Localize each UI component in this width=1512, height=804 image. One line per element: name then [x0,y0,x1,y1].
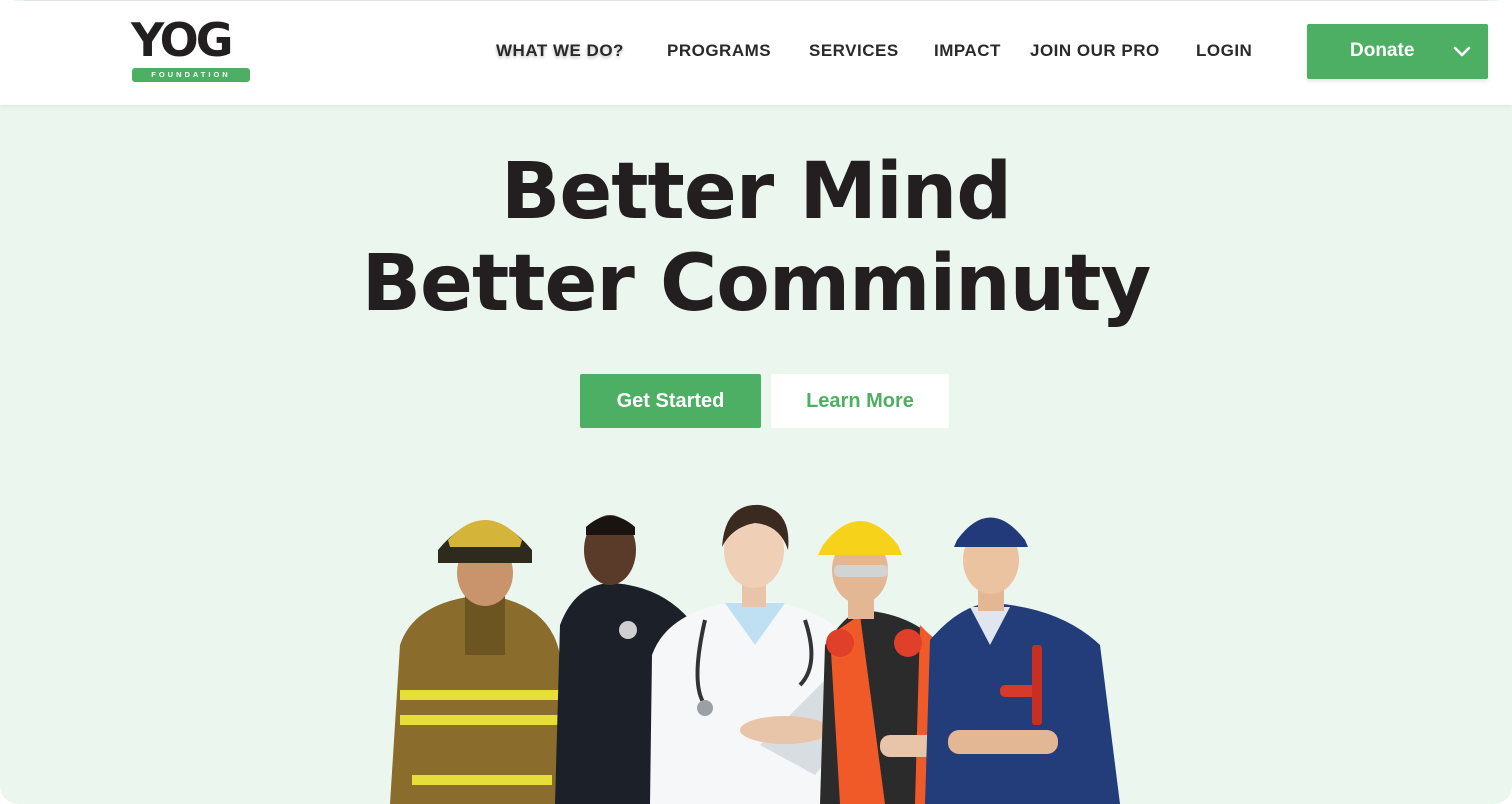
hero-title-line-2: Better Comminuty [361,239,1152,329]
site-logo[interactable]: YOG FOUNDATION [131,17,253,83]
hero-title-line-1: Better Mind [500,147,1012,237]
mechanic-figure [925,517,1120,804]
donate-label: Donate [1350,40,1415,61]
nav-item-programs[interactable]: PROGRAMS [667,41,771,61]
logo-tagline: FOUNDATION [132,68,250,82]
nav-item-join-our-pro[interactable]: JOIN OUR PRO [1030,41,1160,61]
firefighter-figure [390,520,565,804]
nav-item-login[interactable]: LOGIN [1196,41,1252,61]
learn-more-button[interactable]: Learn More [771,374,949,428]
chevron-down-icon [1453,46,1471,57]
page: YOG FOUNDATION WHAT WE DO? PROGRAMS SERV… [0,0,1512,804]
logo-wordmark: YOG [131,13,234,67]
get-started-button[interactable]: Get Started [580,374,761,428]
hero-workers-image [390,504,1120,804]
nav-item-impact[interactable]: IMPACT [934,41,1001,61]
nav-item-what-we-do[interactable]: WHAT WE DO? [496,41,624,61]
site-header: YOG FOUNDATION WHAT WE DO? PROGRAMS SERV… [0,1,1512,105]
donate-button[interactable]: Donate [1307,24,1488,79]
nav-item-services[interactable]: SERVICES [809,41,899,61]
